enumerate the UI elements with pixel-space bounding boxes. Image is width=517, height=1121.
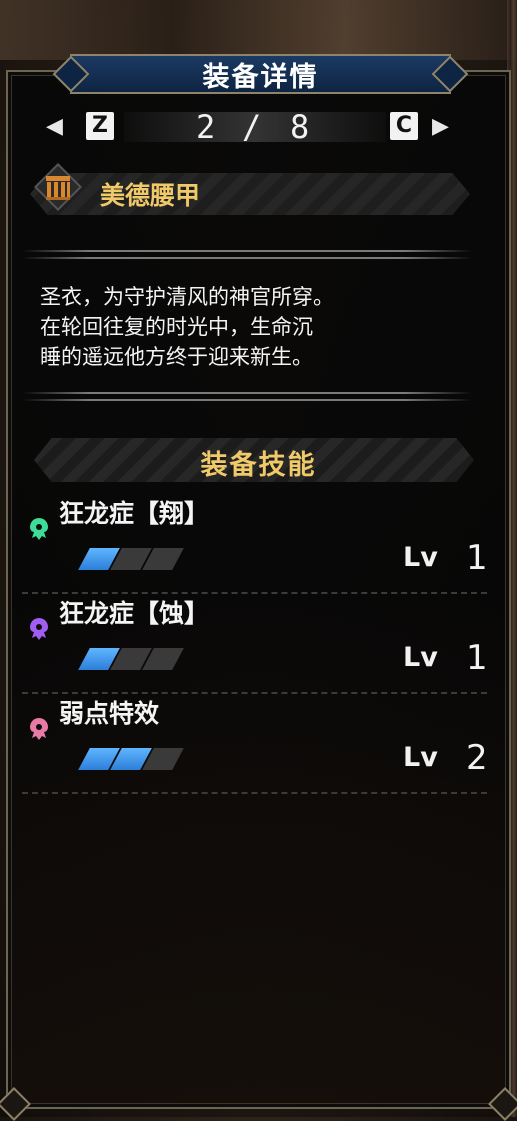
background-top xyxy=(0,0,517,60)
waist-armor-icon xyxy=(34,163,82,211)
panel-title-bar: 装备详情 xyxy=(70,54,451,94)
skill-name: 弱点特效 xyxy=(59,699,160,728)
skill-level-bars xyxy=(78,748,184,770)
level-label: Lv xyxy=(403,642,438,673)
pager-separator: / xyxy=(242,108,262,146)
skills-title: 装备技能 xyxy=(200,450,317,481)
description-line: 圣衣，为守护清风的神官所穿。 xyxy=(40,285,334,309)
divider xyxy=(22,257,472,259)
divider xyxy=(22,392,472,394)
next-key-button[interactable]: C xyxy=(390,112,418,140)
equipment-pager: ◀ Z 2 / 8 C ▶ xyxy=(46,108,466,146)
skill-row[interactable]: 狂龙症【蚀】 Lv 1 xyxy=(22,594,492,694)
divider xyxy=(22,399,472,401)
panel-title: 装备详情 xyxy=(202,61,319,93)
skill-row[interactable]: 狂龙症【翔】 Lv 1 xyxy=(22,494,492,594)
pager-total: 8 xyxy=(290,108,310,146)
level-label: Lv xyxy=(403,542,438,573)
prev-arrow-icon[interactable]: ◀ xyxy=(46,114,63,139)
skill-level-value: 1 xyxy=(466,638,488,678)
skill-icon xyxy=(30,718,48,740)
skill-level-bars xyxy=(78,648,184,670)
skill-level-value: 2 xyxy=(466,738,488,778)
armor-name-banner xyxy=(30,173,470,215)
description-line: 在轮回往复的时光中，生命沉 xyxy=(40,315,313,339)
skill-level-bars xyxy=(78,548,184,570)
row-separator xyxy=(22,792,487,794)
next-arrow-icon[interactable]: ▶ xyxy=(432,114,449,139)
level-label: Lv xyxy=(403,742,438,773)
skill-name: 狂龙症【翔】 xyxy=(59,499,210,528)
armor-name: 美德腰甲 xyxy=(100,181,201,210)
armor-description: 圣衣，为守护清风的神官所穿。 在轮回往复的时光中，生命沉 睡的遥远他方终于迎来新… xyxy=(40,282,460,372)
skill-row[interactable]: 弱点特效 Lv 2 xyxy=(22,694,492,794)
pager-current: 2 xyxy=(196,108,216,146)
skill-icon xyxy=(30,518,48,540)
skill-name: 狂龙症【蚀】 xyxy=(59,599,210,628)
prev-key-button[interactable]: Z xyxy=(86,112,114,140)
description-line: 睡的遥远他方终于迎来新生。 xyxy=(40,345,313,369)
skill-icon xyxy=(30,618,48,640)
skill-level-value: 1 xyxy=(466,538,488,578)
divider xyxy=(22,250,472,252)
